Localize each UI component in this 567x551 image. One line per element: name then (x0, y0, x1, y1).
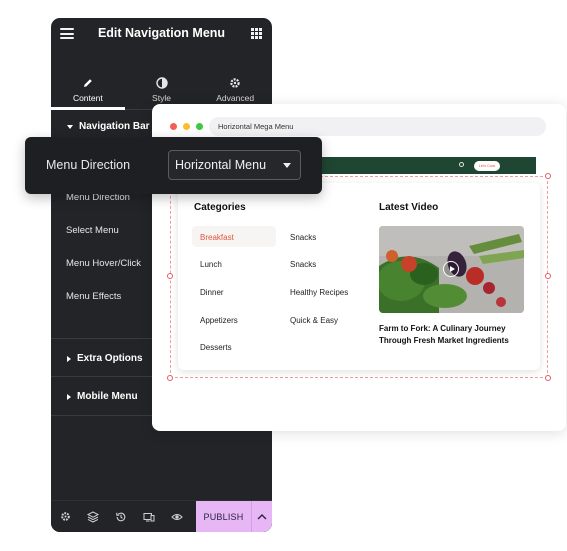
chevron-down-icon (283, 163, 291, 168)
category-item[interactable]: Snacks (290, 260, 316, 269)
panel-header: Edit Navigation Menu (51, 18, 272, 48)
option-select-menu[interactable]: Select Menu (66, 225, 119, 236)
hamburger-menu-icon[interactable] (60, 28, 74, 39)
option-menu-effects[interactable]: Menu Effects (66, 291, 121, 302)
resize-handle[interactable] (545, 375, 551, 381)
search-icon[interactable] (459, 162, 464, 167)
video-caption[interactable]: Farm to Fork: A Culinary Journey Through… (379, 323, 529, 347)
category-item[interactable]: Dinner (200, 288, 224, 297)
resize-handle[interactable] (167, 375, 173, 381)
menu-direction-control: Menu Direction Horizontal Menu (25, 137, 322, 194)
menu-direction-label: Menu Direction (46, 158, 131, 172)
history-icon[interactable] (107, 501, 135, 533)
layers-icon[interactable] (79, 501, 107, 533)
categories-heading: Categories (194, 202, 246, 213)
resize-handle[interactable] (545, 173, 551, 179)
caret-right-icon (67, 355, 71, 362)
contrast-icon (155, 76, 168, 90)
publish-button[interactable]: PUBLISH (196, 501, 251, 532)
minimize-dot[interactable] (183, 123, 190, 130)
close-dot[interactable] (170, 123, 177, 130)
section-mobile-menu[interactable]: Mobile Menu (67, 391, 138, 402)
chevron-up-icon (257, 508, 267, 526)
category-item[interactable]: Appetizers (200, 316, 238, 325)
maximize-dot[interactable] (196, 123, 203, 130)
category-item[interactable]: Breakfast (200, 233, 234, 242)
resize-handle[interactable] (167, 273, 173, 279)
section-mobile-menu-label: Mobile Menu (77, 391, 138, 402)
menu-direction-select[interactable]: Horizontal Menu (168, 150, 301, 180)
category-item[interactable]: Quick & Easy (290, 316, 338, 325)
option-menu-hover-click[interactable]: Menu Hover/Click (66, 258, 141, 269)
tab-style[interactable]: Style (125, 66, 199, 109)
mega-menu-dropdown: Categories Breakfast Lunch Dinner Appeti… (178, 183, 540, 370)
section-extra-options[interactable]: Extra Options (67, 353, 143, 364)
apps-grid-icon[interactable] (251, 28, 262, 39)
caret-down-icon (67, 124, 73, 129)
caret-right-icon (67, 393, 71, 400)
responsive-icon[interactable] (135, 501, 163, 533)
play-icon[interactable] (443, 261, 459, 277)
publish-options-button[interactable] (251, 501, 272, 532)
tab-style-label: Style (152, 93, 171, 103)
address-bar[interactable]: Horizontal Mega Menu (209, 117, 546, 136)
tab-content-label: Content (72, 93, 103, 103)
section-navigation-bar-label: Navigation Bar (79, 121, 150, 132)
window-controls (170, 123, 209, 130)
resize-handle[interactable] (545, 273, 551, 279)
tab-content[interactable]: Content (51, 66, 125, 110)
latest-video-heading: Latest Video (379, 202, 439, 213)
site-cta-button[interactable]: Let's Cook (474, 161, 500, 171)
settings-icon[interactable] (51, 501, 79, 533)
menu-direction-value: Horizontal Menu (175, 158, 267, 172)
tab-advanced-label: Advanced (216, 93, 255, 103)
section-extra-options-label: Extra Options (77, 353, 143, 364)
panel-title: Edit Navigation Menu (97, 26, 226, 40)
tab-advanced[interactable]: Advanced (198, 66, 272, 109)
preview-eye-icon[interactable] (163, 501, 191, 533)
category-item[interactable]: Healthy Recipes (290, 288, 348, 297)
section-navigation-bar[interactable]: Navigation Bar (67, 121, 150, 132)
category-item[interactable]: Desserts (200, 343, 232, 352)
category-item[interactable]: Snacks (290, 233, 316, 242)
gear-icon (229, 76, 241, 90)
stage: Edit Navigation Menu Content Style Advan… (0, 0, 567, 551)
category-item[interactable]: Lunch (200, 260, 222, 269)
pencil-icon (82, 76, 94, 90)
panel-footer: PUBLISH (51, 500, 272, 532)
video-thumbnail[interactable] (379, 226, 524, 313)
